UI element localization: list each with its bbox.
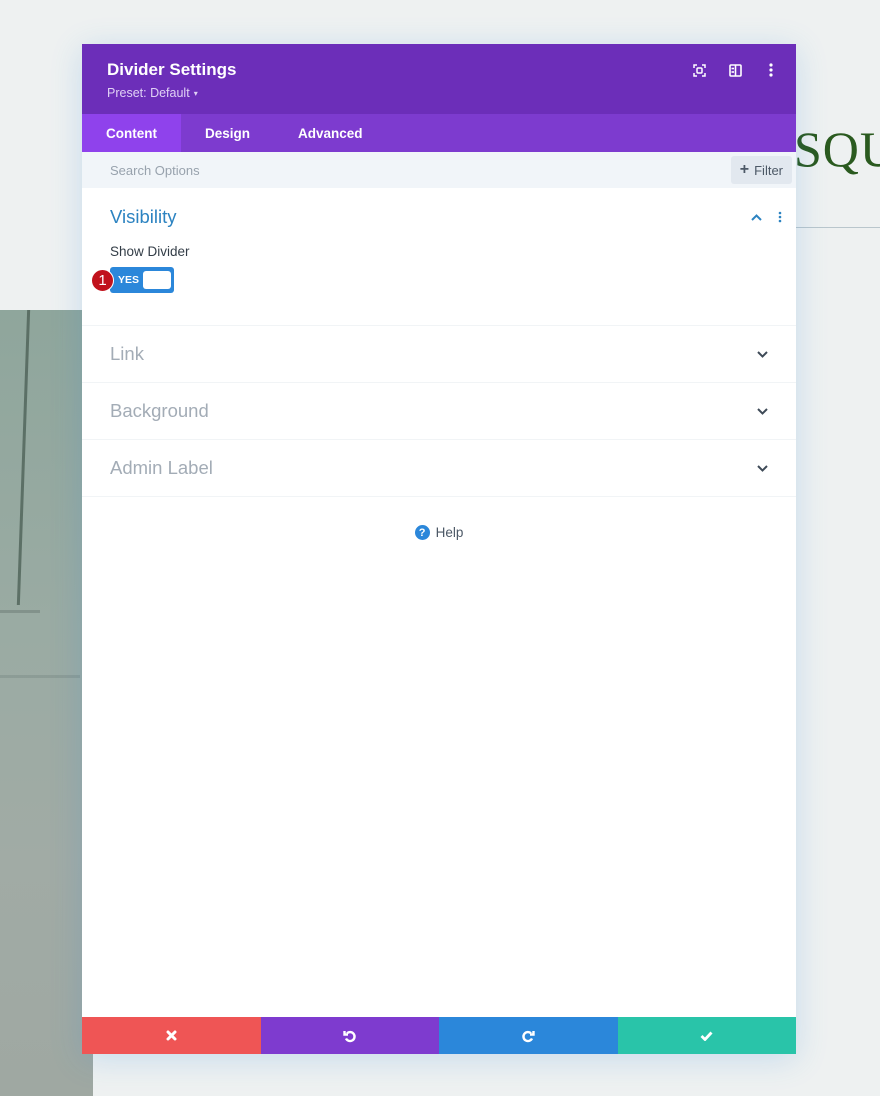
show-divider-toggle[interactable]: YES (110, 267, 174, 293)
chevron-up-icon[interactable] (750, 211, 762, 223)
background-photo (0, 310, 93, 1096)
section-link[interactable]: Link (82, 326, 796, 383)
redo-icon (522, 1030, 535, 1042)
more-options-icon[interactable] (764, 62, 778, 78)
section-title-admin-label: Admin Label (110, 457, 213, 478)
discard-button[interactable] (82, 1017, 261, 1054)
plus-icon: + (739, 161, 750, 178)
section-title-visibility[interactable]: Visibility (110, 206, 176, 228)
section-more-options-icon[interactable] (774, 211, 786, 223)
tab-content[interactable]: Content (82, 114, 181, 152)
filter-label: Filter (754, 162, 783, 178)
section-visibility: Visibility Show Divider YES 1 (82, 188, 796, 326)
background-heading: SQU (794, 121, 880, 177)
section-title-link: Link (110, 343, 144, 364)
chevron-down-icon[interactable] (756, 348, 768, 360)
section-admin-label[interactable]: Admin Label (82, 440, 796, 497)
redo-button[interactable] (439, 1017, 618, 1054)
help-link[interactable]: ? Help (82, 525, 796, 540)
undo-icon (343, 1030, 356, 1042)
divider-settings-modal: Divider Settings Preset: Default ▾ Conte… (82, 44, 796, 1054)
filter-button[interactable]: + Filter (730, 156, 792, 184)
search-options-input[interactable] (110, 162, 510, 178)
photo-pole (16, 310, 31, 605)
help-label: Help (435, 525, 464, 540)
tab-bar: Content Design Advanced (82, 114, 796, 152)
help-icon: ? (414, 525, 430, 540)
section-background[interactable]: Background (82, 383, 796, 440)
tab-advanced[interactable]: Advanced (274, 114, 387, 152)
chevron-down-icon[interactable] (756, 405, 768, 417)
toggle-knob (143, 271, 171, 289)
toggle-state-text: YES (118, 274, 140, 286)
background-divider-line (796, 227, 880, 228)
search-bar: + Filter (82, 152, 796, 188)
split-view-icon[interactable] (728, 62, 742, 78)
show-divider-label: Show Divider (110, 244, 190, 259)
save-button[interactable] (617, 1017, 796, 1054)
tab-design[interactable]: Design (181, 114, 274, 152)
undo-button[interactable] (260, 1017, 439, 1054)
section-title-background: Background (110, 400, 209, 421)
photo-frame (0, 610, 40, 650)
modal-footer (82, 1017, 796, 1054)
caret-down-icon: ▾ (193, 88, 198, 98)
close-icon (166, 1030, 177, 1041)
modal-header: Divider Settings Preset: Default ▾ (82, 44, 796, 114)
preset-selector[interactable]: Preset: Default ▾ (107, 86, 796, 100)
preset-label: Preset: Default (107, 86, 190, 100)
chevron-down-icon[interactable] (756, 462, 768, 474)
focus-mode-icon[interactable] (692, 62, 706, 78)
annotation-badge: 1 (91, 269, 114, 292)
check-icon (700, 1031, 713, 1041)
photo-sill (0, 675, 80, 678)
